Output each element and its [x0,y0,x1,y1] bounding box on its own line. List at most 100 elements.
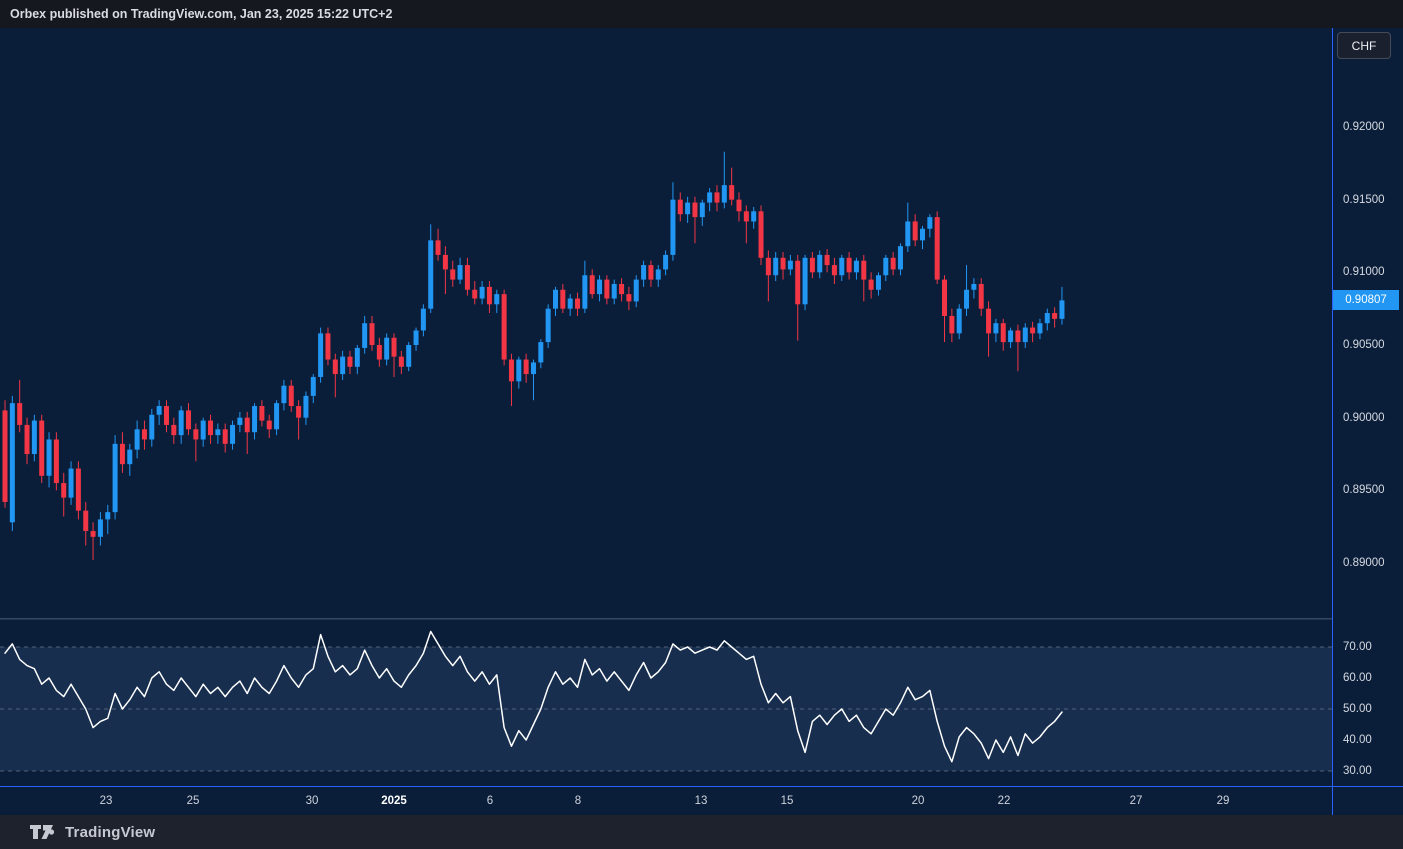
candle-up [157,406,162,415]
candle-up [612,284,617,299]
candle-up [421,309,426,331]
candle-down [986,309,991,334]
candle-up [964,290,969,309]
candle-up [1008,330,1013,342]
candle-up [531,362,536,374]
tradingview-brand-text[interactable]: TradingView [65,824,155,841]
candle-up [898,246,903,269]
candle-down [91,531,96,537]
price-axis-label: 0.89000 [1343,557,1385,569]
candle-down [524,360,529,375]
time-axis-label: 22 [998,795,1011,807]
time-axis-label: 23 [100,795,113,807]
candle-up [135,429,140,449]
candle-up [722,185,727,202]
candle-up [318,333,323,377]
candle-down [325,333,330,359]
rsi-axis-label: 30.00 [1343,765,1372,777]
candle-down [979,284,984,309]
candle-down [289,386,294,406]
candle-down [61,483,66,498]
candle-down [1001,323,1006,342]
candle-up [582,275,587,308]
candle-up [854,261,859,273]
candle-down [737,200,742,212]
candle-down [913,221,918,240]
candle-up [303,396,308,418]
candle-up [105,512,110,519]
candle-down [949,316,954,333]
candle-up [311,377,316,396]
candle-up [10,403,15,522]
candle-down [392,338,397,357]
candle-down [120,444,125,464]
tradingview-footer: TradingView [0,815,1403,849]
time-axis-label: 27 [1130,795,1143,807]
candle-down [766,258,771,275]
candle-up [641,265,646,280]
time-axis-label: 6 [487,795,493,807]
candle-up [546,309,551,342]
candle-up [355,348,360,367]
candle-wick [746,205,747,243]
candle-up [516,360,521,382]
candle-down [450,269,455,279]
time-axis-label: 8 [575,795,581,807]
candle-up [237,418,242,425]
candle-down [436,240,441,255]
candle-up [252,406,257,432]
candle-down [935,217,940,279]
candle-down [39,421,44,476]
candle-up [568,298,573,308]
candle-down [259,406,264,421]
time-axis-label: 13 [695,795,708,807]
rsi-axis-label: 50.00 [1343,703,1372,715]
symbol-badge: CHF [1337,32,1391,59]
candle-up [215,429,220,435]
candle-down [825,255,830,265]
candle-up [773,258,778,275]
candle-wick [107,505,108,534]
candle-up [362,323,367,348]
time-axis[interactable]: 232530202568131520222729 [0,787,1403,815]
price-axis[interactable]: CHF 0.90807 0.920000.915000.910000.90500… [1333,28,1403,786]
chart-area[interactable]: CHF 0.90807 0.920000.915000.910000.90500… [0,28,1403,815]
candle-up [98,519,103,536]
candle-up [274,403,279,429]
candle-up [149,415,154,440]
time-axis-label: 20 [912,795,925,807]
candle-down [333,360,338,375]
candle-down [678,200,683,215]
candle-down [729,185,734,200]
price-pane-chart[interactable] [0,28,1332,618]
candle-down [267,421,272,430]
candle-down [795,261,800,305]
rsi-axis-label: 60.00 [1343,672,1372,684]
candle-down [54,439,59,483]
candle-down [1052,313,1057,319]
price-axis-label: 0.91500 [1343,194,1385,206]
candle-down [502,294,507,359]
candle-down [509,360,514,382]
candle-down [472,290,477,299]
candle-down [296,406,301,418]
candle-up [883,258,888,275]
candle-down [76,469,81,511]
candle-up [905,221,910,246]
candle-down [575,298,580,308]
candle-up [656,269,661,279]
candle-up [971,284,976,290]
candle-down [648,265,653,280]
candle-up [839,258,844,275]
time-axis-label: 15 [781,795,794,807]
candle-down [186,410,191,429]
tradingview-logo-icon [30,825,57,840]
price-axis-label: 0.92000 [1343,121,1385,133]
candle-up [480,287,485,299]
candle-down [208,421,213,436]
rsi-pane-chart[interactable] [0,618,1332,786]
candle-up [47,439,52,475]
candle-wick [93,522,94,560]
candle-up [663,255,668,270]
time-axis-label: 30 [306,795,319,807]
